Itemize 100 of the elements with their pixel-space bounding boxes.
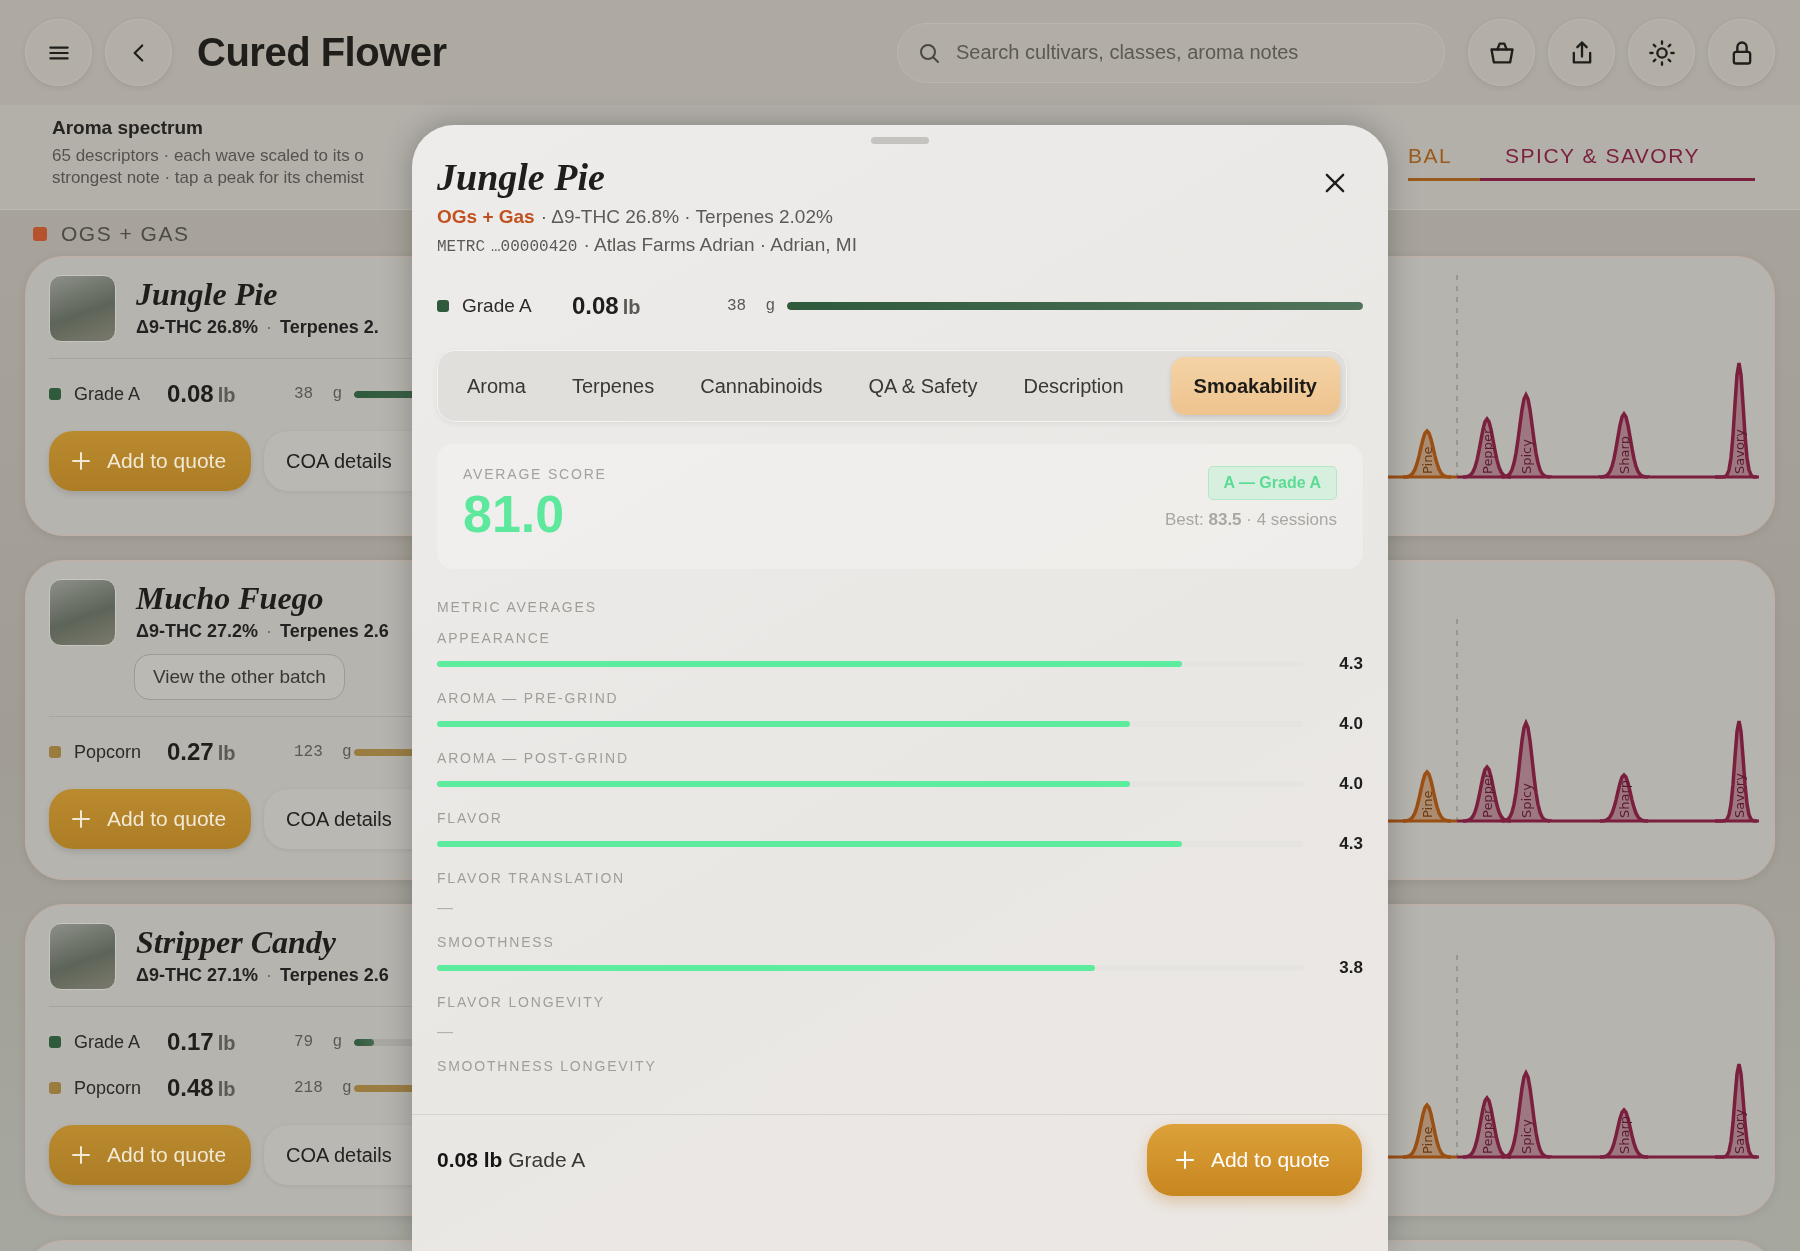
search-field[interactable]: Search cultivars, classes, aroma notes (897, 22, 1445, 83)
grams-value: 218 g (294, 1079, 353, 1097)
metric-label: FLAVOR LONGEVITY (437, 993, 606, 1011)
aroma-peak[interactable] (1713, 361, 1759, 479)
peak-label: Pine (1420, 1126, 1435, 1154)
weight-value: 0.27 (167, 738, 214, 766)
aroma-peak[interactable] (1401, 1102, 1453, 1159)
separator-dot: · (266, 317, 272, 338)
peak-label: Pine (1420, 790, 1435, 818)
aroma-peak[interactable] (1500, 1069, 1552, 1159)
grade-label: Grade A (462, 295, 533, 317)
thc-value: Δ9-THC 27.2% (136, 621, 258, 642)
weight-value: 0.08 (167, 380, 214, 408)
terpenes-value: Terpenes 2.6 (280, 621, 389, 642)
source-text: · Atlas Farms Adrian · Adrian, MI (583, 234, 857, 256)
grams-value: 38 g (727, 297, 776, 315)
grade-label: Popcorn (74, 741, 143, 763)
weight-value: 0.17 (167, 1028, 214, 1056)
aroma-peak[interactable] (1713, 1062, 1759, 1159)
category-label: OGS + GAS (61, 222, 190, 246)
product-name: Jungle Pie (136, 275, 279, 313)
weight-unit: lb (217, 742, 236, 765)
grams-value: 79 g (294, 1033, 343, 1051)
metric-value: 4.3 (1339, 834, 1363, 854)
thc-value: Δ9-THC 26.8% (136, 317, 258, 338)
best-score-text: Best: 83.5 · 4 sessions (1165, 510, 1337, 530)
aroma-peak[interactable] (1598, 410, 1650, 479)
grade-label: Grade A (74, 383, 142, 405)
grams-value: 123 g (294, 743, 353, 761)
metric-value: 4.0 (1339, 714, 1363, 734)
tab[interactable]: Terpenes (548, 357, 678, 415)
aroma-peak[interactable] (1713, 719, 1759, 823)
category-label: OGs + Gas (437, 206, 535, 228)
product-name: Stripper Candy (136, 923, 338, 961)
score-label: AVERAGE SCORE (463, 466, 607, 482)
tab[interactable]: Aroma (444, 357, 549, 415)
metrc-label: METRC (437, 238, 485, 256)
peak-label: Spicy (1519, 783, 1534, 818)
metrc-id: …00000420 (491, 238, 578, 256)
metric-value: 4.3 (1339, 654, 1363, 674)
aroma-peak[interactable] (1500, 391, 1552, 479)
metric-label: FLAVOR TRANSLATION (437, 869, 626, 887)
section-title: Aroma spectrum (52, 117, 204, 139)
drag-handle[interactable] (871, 137, 929, 144)
peak-label: Savory (1732, 773, 1747, 818)
separator-dot: · (266, 621, 272, 642)
peak-label: Spicy (1519, 439, 1534, 474)
metric-value: — (437, 1022, 454, 1042)
separator-dot: · (266, 965, 272, 986)
sun-icon (1647, 38, 1676, 67)
grade-label: Popcorn (74, 1077, 143, 1099)
aroma-peak[interactable] (1461, 1095, 1513, 1159)
peak-label: Savory (1732, 429, 1747, 474)
peak-label: Sharp (1617, 435, 1632, 474)
plus-icon (69, 449, 93, 473)
aroma-peak[interactable] (1401, 428, 1453, 479)
description-text: 65 descriptors · each wave scaled to its o (52, 145, 364, 167)
metric-label: SMOOTHNESS LONGEVITY (437, 1057, 658, 1075)
potency-text: · Δ9-THC 26.8% · Terpenes 2.02% (540, 206, 833, 228)
photo-placeholder (49, 579, 116, 646)
terpenes-value: Terpenes 2. (280, 317, 379, 338)
peak-label: Pine (1420, 446, 1435, 474)
photo-placeholder (49, 275, 116, 342)
metric-label: APPEARANCE (437, 629, 552, 647)
grade-label: Grade A (74, 1031, 142, 1053)
weight-value: 0.08 (572, 292, 619, 320)
plus-icon (69, 1143, 93, 1167)
weight-unit: lb (622, 296, 641, 319)
description-text: strongest note · tap a peak for its chemist (52, 167, 364, 189)
aroma-peak[interactable] (1500, 718, 1552, 823)
weight-unit: lb (217, 1032, 236, 1055)
aroma-peak[interactable] (1461, 416, 1513, 479)
metric-label: AROMA — PRE-GRIND (437, 689, 620, 707)
terpenes-value: Terpenes 2.6 (280, 965, 389, 986)
thc-value: Δ9-THC 27.1% (136, 965, 258, 986)
product-name: Mucho Fuego (136, 579, 325, 617)
aroma-peak[interactable] (1401, 769, 1453, 823)
tab[interactable]: Description (1000, 357, 1147, 415)
plus-icon (69, 807, 93, 831)
metric-label: SMOOTHNESS (437, 933, 556, 951)
family-tab[interactable]: SPICY & SAVORY (1480, 144, 1755, 181)
weight-value: 0.48 (167, 1074, 214, 1102)
metric-value: 4.0 (1339, 774, 1363, 794)
peak-label: Spicy (1519, 1119, 1534, 1154)
tab[interactable]: Smoakability (1170, 357, 1340, 415)
score-value: 81.0 (463, 484, 566, 544)
metric-value: — (437, 898, 454, 918)
grade-badge: A — Grade A (1207, 466, 1337, 500)
tab[interactable]: Cannabinoids (677, 357, 846, 415)
other-batch-button[interactable]: View the other batch (134, 654, 345, 700)
sheet-title: Jungle Pie (437, 155, 605, 200)
photo-placeholder (49, 923, 116, 990)
tab[interactable]: QA & Safety (845, 357, 1001, 415)
weight-unit: lb (217, 1078, 236, 1101)
weight-unit: lb (217, 384, 236, 407)
grams-value: 38 g (294, 385, 343, 403)
page-title: Cured Flower (197, 30, 447, 75)
section-heading: METRIC AVERAGES (437, 599, 598, 615)
metric-value: 3.8 (1339, 958, 1363, 978)
metric-label: AROMA — POST-GRIND (437, 749, 630, 767)
